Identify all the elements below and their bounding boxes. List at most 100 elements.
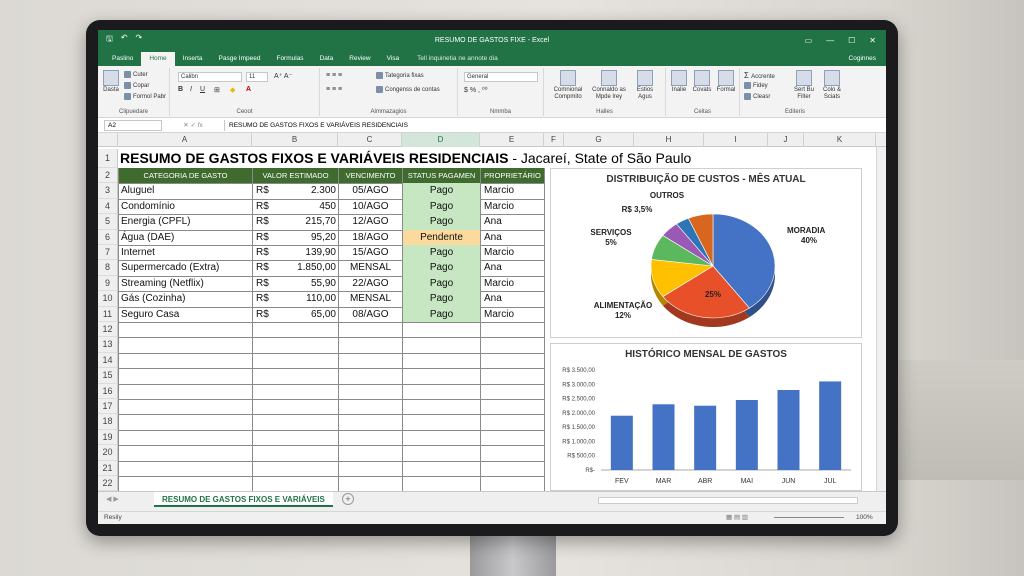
cell-status[interactable]: Pago <box>403 260 480 276</box>
tab-formulas[interactable]: Formulas <box>268 52 311 66</box>
fill-color-icon[interactable]: ◆ <box>230 86 235 94</box>
horizontal-scrollbar[interactable] <box>598 497 858 504</box>
cell-value[interactable]: 95,20 <box>284 230 338 245</box>
row-header-8[interactable]: 8 <box>98 260 118 276</box>
column-header-b[interactable]: B <box>252 133 338 147</box>
font-color-icon[interactable]: A <box>246 86 251 93</box>
cell-value[interactable]: 215,70 <box>284 214 338 229</box>
cell-status[interactable]: Pago <box>403 291 480 307</box>
merge-center-button[interactable]: Congenss de contas <box>376 86 440 93</box>
cell-category[interactable]: Streaming (Netflix) <box>119 276 252 291</box>
cell-currency[interactable]: R$ <box>254 199 284 214</box>
cell-value[interactable]: 2.300 <box>284 183 338 198</box>
close-button[interactable]: ✕ <box>869 36 876 45</box>
cell-status[interactable]: Pago <box>403 214 480 230</box>
cell-due[interactable]: 05/AGO <box>339 183 402 198</box>
cell-currency[interactable]: R$ <box>254 183 284 198</box>
cell-category[interactable]: Supermercado (Extra) <box>119 260 252 275</box>
cell-value[interactable]: 139,90 <box>284 245 338 260</box>
cell-currency[interactable]: R$ <box>254 245 284 260</box>
cell-value[interactable]: 65,00 <box>284 307 338 322</box>
column-header-f[interactable]: F <box>544 133 564 147</box>
bold-button[interactable]: B <box>178 86 183 93</box>
italic-button[interactable]: I <box>190 86 192 93</box>
fx-icon[interactable]: ✕ ✓ fx <box>162 121 224 129</box>
cell-styles-button[interactable]: Estios Agus <box>630 70 660 101</box>
cell-currency[interactable]: R$ <box>254 230 284 245</box>
header-owner[interactable]: PROPRIETÁRIO <box>481 168 544 183</box>
font-grow-icon[interactable]: A⁺ A⁻ <box>274 72 292 80</box>
tab-data[interactable]: Data <box>312 52 342 66</box>
tab-insert[interactable]: Inserta <box>175 52 211 66</box>
cell-owner[interactable]: Marcio <box>482 245 544 260</box>
cell-owner[interactable]: Marcio <box>482 199 544 214</box>
column-header-i[interactable]: I <box>704 133 768 147</box>
cell-status[interactable]: Pago <box>403 198 480 215</box>
align-bottom-icons[interactable]: ≡ ≡ ≡ <box>326 86 342 93</box>
cell-due[interactable]: 10/AGO <box>339 199 402 214</box>
cell-value[interactable]: 110,00 <box>284 291 338 306</box>
row-header-7[interactable]: 7 <box>98 245 118 261</box>
bar-mar[interactable] <box>652 404 675 470</box>
cell-currency[interactable]: R$ <box>254 214 284 229</box>
bar-abr[interactable] <box>694 405 717 470</box>
zoom-slider[interactable] <box>774 517 844 518</box>
cell-due[interactable]: MENSAL <box>339 260 402 275</box>
insert-cells-button[interactable]: Inalie <box>668 70 690 93</box>
row-header-22[interactable]: 22 <box>98 476 118 492</box>
cell-status[interactable]: Pago <box>403 183 480 199</box>
row-header-17[interactable]: 17 <box>98 399 118 415</box>
row-header-5[interactable]: 5 <box>98 214 118 230</box>
cell-due[interactable]: 22/AGO <box>339 276 402 291</box>
cell-status[interactable]: Pendente <box>403 229 480 245</box>
cell-value[interactable]: 450 <box>284 199 338 214</box>
align-icons[interactable]: ≡ ≡ ≡ <box>326 72 342 79</box>
cell-owner[interactable]: Ana <box>482 214 544 229</box>
cell-owner[interactable]: Marcio <box>482 307 544 322</box>
row-header-15[interactable]: 15 <box>98 368 118 384</box>
bar-fev[interactable] <box>610 415 633 470</box>
column-header-h[interactable]: H <box>634 133 704 147</box>
row-header-18[interactable]: 18 <box>98 414 118 430</box>
cell-status[interactable]: Pago <box>403 275 480 292</box>
underline-button[interactable]: U <box>200 86 205 93</box>
cell-category[interactable]: Condomínio <box>119 199 252 214</box>
sheet-tab-active[interactable]: RESUMO DE GASTOS FIXOS E VARIÁVEIS <box>154 492 333 507</box>
cell-value[interactable]: 1.850,00 <box>284 260 338 275</box>
cell-category[interactable]: Gás (Cozinha) <box>119 291 252 306</box>
cell-owner[interactable]: Ana <box>482 260 544 275</box>
cell-due[interactable]: 15/AGO <box>339 245 402 260</box>
formula-input[interactable]: RESUMO DE GASTOS FIXOS E VARIÁVEIS RESID… <box>224 119 886 131</box>
cell-value[interactable]: 55,90 <box>284 276 338 291</box>
sheet-nav-arrows[interactable]: ◀ ▶ <box>106 495 119 503</box>
cell-currency[interactable]: R$ <box>254 307 284 322</box>
font-size-select[interactable]: 11 <box>246 72 268 82</box>
row-header-10[interactable]: 10 <box>98 291 118 307</box>
row-header-21[interactable]: 21 <box>98 460 118 476</box>
bar-chart[interactable]: HISTÓRICO MENSAL DE GASTOS R$ 3.500,00 R$… <box>550 343 862 491</box>
cell-currency[interactable]: R$ <box>254 276 284 291</box>
row-header-6[interactable]: 6 <box>98 229 118 245</box>
copy-button[interactable]: Copar <box>124 82 149 89</box>
column-header-d[interactable]: D <box>402 133 480 147</box>
header-due[interactable]: VENCIMENTO <box>339 168 402 183</box>
borders-icon[interactable]: ⊞ <box>214 86 220 94</box>
cell-due[interactable]: MENSAL <box>339 291 402 306</box>
tab-file[interactable]: Paslino <box>104 52 141 66</box>
select-all-corner[interactable] <box>98 133 118 147</box>
cell-currency[interactable]: R$ <box>254 260 284 275</box>
cell-status[interactable]: Pago <box>403 306 480 322</box>
column-header-j[interactable]: J <box>768 133 804 147</box>
user-account[interactable]: Coginnes <box>849 52 886 66</box>
tab-view[interactable]: Visa <box>379 52 408 66</box>
cell-owner[interactable]: Ana <box>482 291 544 306</box>
row-header-13[interactable]: 13 <box>98 337 118 353</box>
cell-due[interactable]: 18/AGO <box>339 230 402 245</box>
cell-category[interactable]: Aluguel <box>119 183 252 198</box>
paste-button[interactable]: Dasta <box>102 70 120 93</box>
row-header-2[interactable]: 2 <box>98 168 118 184</box>
cell-owner[interactable]: Marcio <box>482 183 544 198</box>
clear-button[interactable]: Cleasr <box>744 93 770 100</box>
row-header-14[interactable]: 14 <box>98 352 118 369</box>
column-header-c[interactable]: C <box>338 133 402 147</box>
